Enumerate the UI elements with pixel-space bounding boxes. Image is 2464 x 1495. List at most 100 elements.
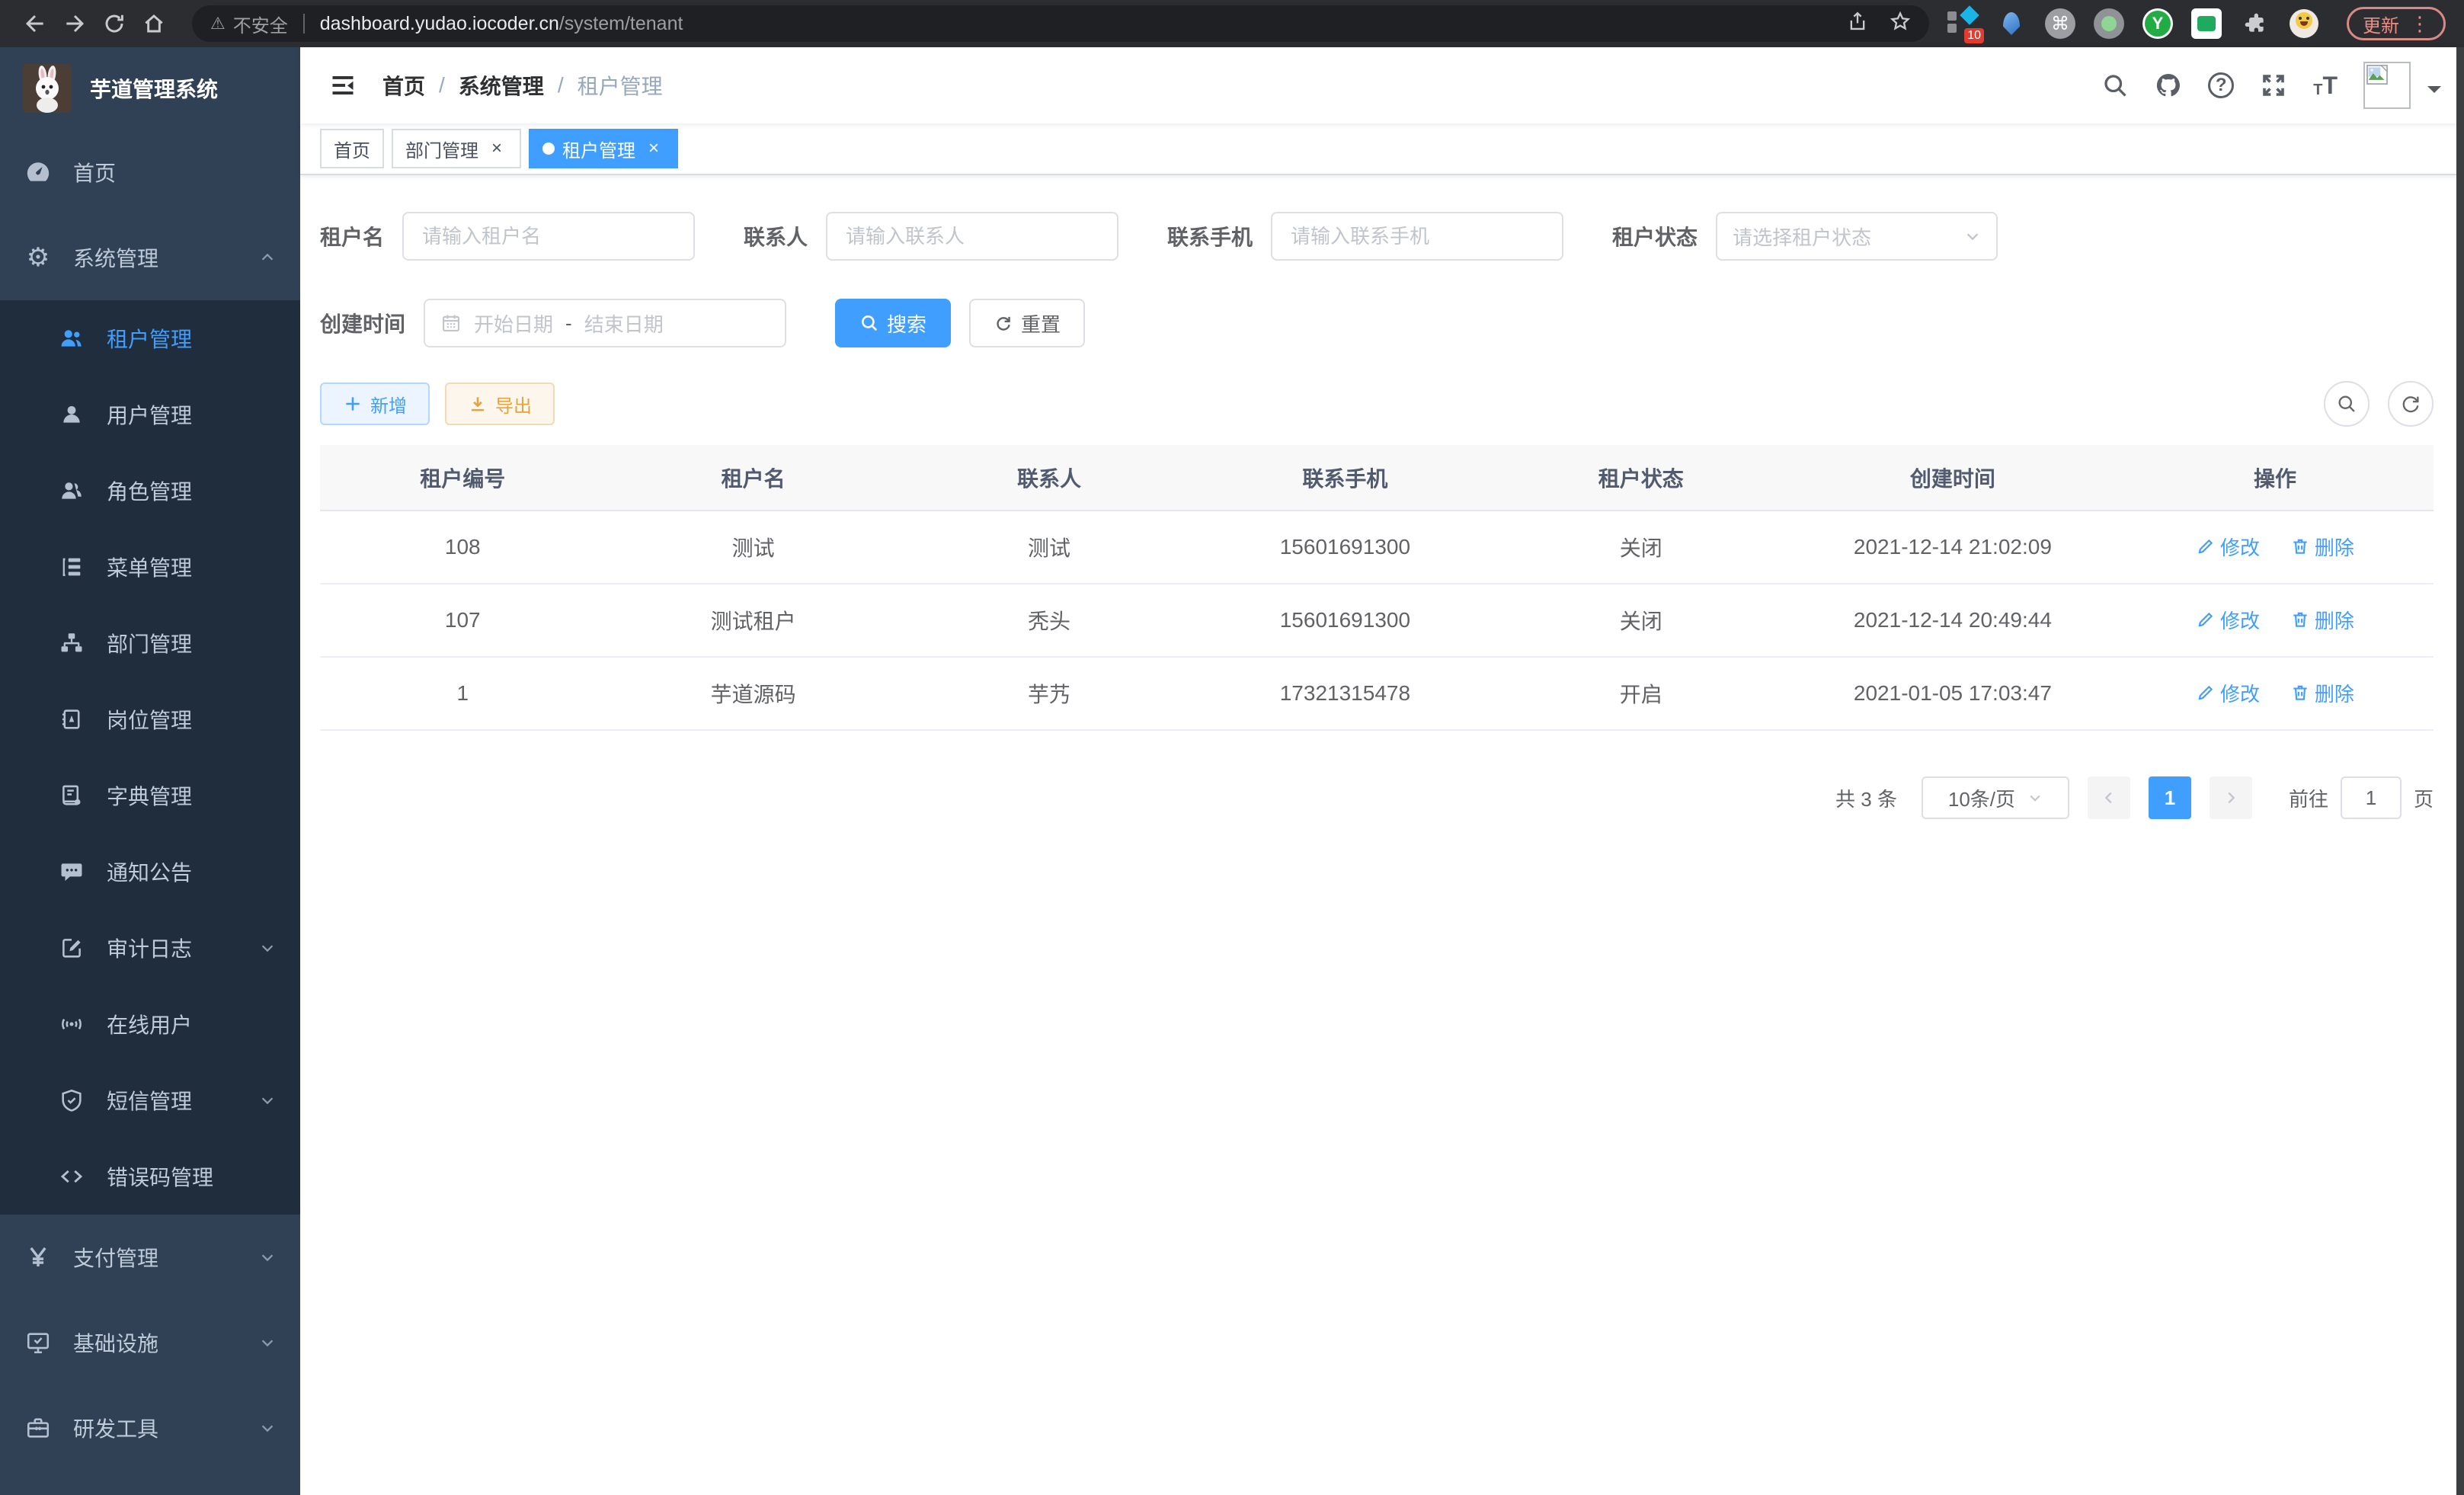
sidebar-item-home[interactable]: 首页	[0, 130, 300, 215]
sidebar-item-post[interactable]: 岗位管理	[0, 681, 300, 757]
delete-link[interactable]: 删除	[2290, 533, 2354, 561]
scrollbar[interactable]	[2456, 47, 2464, 1495]
goto-page-input[interactable]	[2341, 776, 2402, 819]
sidebar-item-infra[interactable]: 基础设施	[0, 1300, 300, 1385]
active-tag-dot	[542, 142, 555, 155]
current-page[interactable]: 1	[2149, 776, 2191, 819]
sidebar-item-menu[interactable]: 菜单管理	[0, 529, 300, 605]
breadcrumb-system[interactable]: 系统管理	[459, 70, 544, 101]
address-bar[interactable]: ⚠ 不安全 dashboard.yudao.iocoder.cn /system…	[192, 5, 1929, 42]
extension-badge: 10	[1964, 28, 1984, 43]
edit-link[interactable]: 修改	[2196, 606, 2260, 634]
chevron-down-icon	[259, 940, 276, 956]
chevron-left-icon	[2101, 789, 2117, 806]
edit-link[interactable]: 修改	[2196, 533, 2260, 561]
sidebar-item-tenant[interactable]: 租户管理	[0, 300, 300, 376]
fullscreen-icon[interactable]	[2260, 72, 2287, 99]
caret-down-icon[interactable]	[2427, 86, 2441, 100]
close-icon[interactable]: ×	[643, 138, 664, 159]
page-size-select[interactable]: 10条/页	[1922, 776, 2069, 819]
extension-diamond-icon[interactable]: 10	[1944, 5, 1981, 42]
bookmark-star-icon[interactable]	[1890, 10, 1911, 38]
extension-y-icon[interactable]: Y	[2139, 5, 2176, 42]
avatar[interactable]	[2363, 62, 2411, 109]
navbar: 首页 / 系统管理 / 租户管理 ? TT	[300, 47, 2464, 123]
chevron-down-icon	[259, 1092, 276, 1109]
broadcast-icon	[58, 1011, 85, 1037]
shield-check-icon	[58, 1087, 85, 1113]
table-header-row: 租户编号 租户名 联系人 联系手机 租户状态 创建时间 操作	[320, 445, 2434, 511]
browser-back-button[interactable]	[15, 4, 55, 43]
chevron-down-icon	[1964, 228, 1981, 245]
logo[interactable]: 芋道管理系统	[0, 47, 300, 130]
search-button[interactable]: 搜索	[835, 299, 951, 347]
sidebar-item-dict[interactable]: 字典管理	[0, 757, 300, 834]
table-row: 108 测试 测试 15601691300 关闭 2021-12-14 21:0…	[320, 511, 2434, 584]
col-mobile: 联系手机	[1197, 445, 1493, 511]
url-separator	[303, 14, 305, 34]
extension-balloon-icon[interactable]	[1993, 5, 2030, 42]
header-search-icon[interactable]	[2101, 72, 2129, 99]
contact-input[interactable]	[826, 212, 1118, 261]
extension-record-icon[interactable]	[2091, 5, 2127, 42]
announcement-icon	[58, 859, 85, 885]
status-select[interactable]: 请选择租户状态	[1716, 212, 1998, 261]
status-value: 开启	[1493, 657, 1789, 730]
url-path: /system/tenant	[559, 13, 683, 35]
date-range-picker[interactable]: 开始日期 - 结束日期	[424, 299, 786, 347]
sidebar: 芋道管理系统 首页 ⚙ 系统管理 租户管理 用户管理	[0, 47, 300, 1495]
sidebar-item-role[interactable]: 角色管理	[0, 453, 300, 529]
tenant-table: 租户编号 租户名 联系人 联系手机 租户状态 创建时间 操作 108 测试	[320, 445, 2434, 731]
font-size-icon[interactable]: TT	[2313, 73, 2338, 98]
extension-chat-icon[interactable]	[2188, 5, 2225, 42]
sidebar-item-dept[interactable]: 部门管理	[0, 605, 300, 681]
help-icon[interactable]: ?	[2208, 72, 2234, 98]
browser-home-button[interactable]	[134, 4, 174, 43]
hamburger-icon[interactable]	[315, 58, 370, 113]
sidebar-item-audit-log[interactable]: 审计日志	[0, 910, 300, 986]
sidebar-item-dev-tools[interactable]: 研发工具	[0, 1385, 300, 1471]
reset-button[interactable]: 重置	[969, 299, 1085, 347]
browser-reload-button[interactable]	[94, 4, 134, 43]
tag-dept[interactable]: 部门管理 ×	[392, 129, 521, 168]
tag-tenant[interactable]: 租户管理 ×	[529, 129, 678, 168]
delete-link[interactable]: 删除	[2290, 679, 2354, 707]
sidebar-item-sms[interactable]: 短信管理	[0, 1062, 300, 1138]
extensions-puzzle-icon[interactable]	[2237, 5, 2274, 42]
browser-forward-button[interactable]	[55, 4, 94, 43]
sidebar-item-payment[interactable]: 支付管理	[0, 1215, 300, 1300]
sidebar-item-notice[interactable]: 通知公告	[0, 834, 300, 910]
sidebar-item-online-users[interactable]: 在线用户	[0, 986, 300, 1062]
profile-avatar-icon[interactable]	[2286, 5, 2322, 42]
toggle-search-button[interactable]	[2324, 381, 2370, 427]
browser-update-button[interactable]: 更新 ⋮	[2347, 7, 2446, 40]
prev-page-button[interactable]	[2088, 776, 2130, 819]
col-status: 租户状态	[1493, 445, 1789, 511]
export-button[interactable]: 导出	[445, 383, 555, 425]
trash-icon	[2290, 683, 2310, 703]
sidebar-item-system[interactable]: ⚙ 系统管理	[0, 215, 300, 300]
sidebar-item-user[interactable]: 用户管理	[0, 376, 300, 453]
refresh-button[interactable]	[2388, 381, 2434, 427]
close-icon[interactable]: ×	[486, 138, 507, 159]
delete-link[interactable]: 删除	[2290, 606, 2354, 634]
share-icon[interactable]	[1847, 10, 1868, 38]
next-page-button[interactable]	[2210, 776, 2252, 819]
sidebar-item-error-code[interactable]: 错误码管理	[0, 1138, 300, 1215]
edit-link[interactable]: 修改	[2196, 679, 2260, 707]
create-time-label: 创建时间	[320, 308, 405, 338]
browser-menu-icon[interactable]: ⋮	[2410, 12, 2430, 36]
tag-home[interactable]: 首页	[320, 129, 384, 168]
add-button[interactable]: 新增	[320, 383, 430, 425]
calendar-icon	[440, 312, 462, 334]
tenant-name-input[interactable]	[402, 212, 695, 261]
audit-log-icon	[58, 935, 85, 961]
extension-command-icon[interactable]: ⌘	[2042, 5, 2078, 42]
date-end-placeholder: 结束日期	[584, 309, 664, 338]
chevron-down-icon	[259, 1420, 276, 1436]
breadcrumb-home[interactable]: 首页	[382, 70, 425, 101]
github-icon[interactable]	[2155, 72, 2182, 99]
col-created: 创建时间	[1789, 445, 2117, 511]
mobile-input[interactable]	[1271, 212, 1563, 261]
download-icon	[468, 394, 488, 414]
